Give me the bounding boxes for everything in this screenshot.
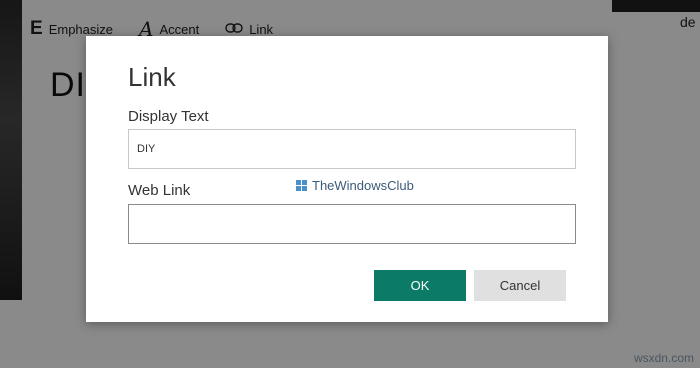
web-link-input[interactable] xyxy=(128,204,576,244)
link-dialog: Link Display Text TheWindowsClub Web Lin… xyxy=(86,36,608,322)
dialog-title: Link xyxy=(128,62,176,92)
watermark-text: TheWindowsClub xyxy=(312,178,414,193)
site-watermark: wsxdn.com xyxy=(633,351,694,365)
web-link-label: Web Link xyxy=(128,182,191,199)
windows-club-logo-icon xyxy=(296,179,308,192)
display-text-label: Display Text xyxy=(128,108,209,125)
watermark: TheWindowsClub xyxy=(296,178,414,193)
display-text-input[interactable] xyxy=(128,129,576,169)
cancel-button[interactable]: Cancel xyxy=(474,270,566,301)
ok-button[interactable]: OK xyxy=(374,270,466,301)
